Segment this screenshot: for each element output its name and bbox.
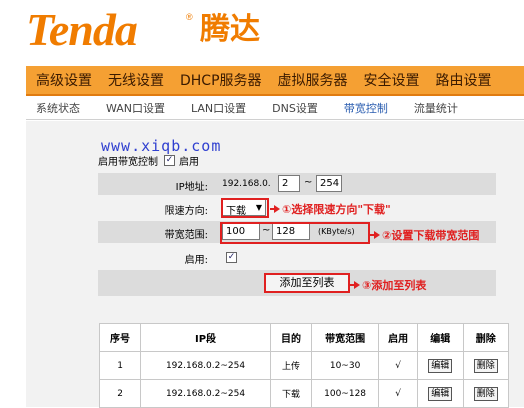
col-no: 序号 <box>98 323 142 352</box>
annotation-arrow-icon <box>374 231 380 239</box>
tab-system-status[interactable]: 系统状态 <box>36 100 80 116</box>
row-delete-cell: 删除 <box>462 351 509 380</box>
row-enabled: √ <box>378 379 419 408</box>
main-nav: 高级设置 无线设置 DHCP服务器 虚拟服务器 安全设置 路由设置 <box>26 66 524 96</box>
delete-button[interactable]: 删除 <box>473 358 498 373</box>
tab-wan-settings[interactable]: WAN口设置 <box>106 100 165 116</box>
row-range: 100~128 <box>311 379 380 408</box>
direction-highlight-box <box>221 198 269 218</box>
col-ip: IP段 <box>140 323 271 352</box>
nav-virtual-server[interactable]: 虚拟服务器 <box>278 70 348 90</box>
tab-dns-settings[interactable]: DNS设置 <box>272 100 318 116</box>
nav-wireless-settings[interactable]: 无线设置 <box>108 70 164 90</box>
enable-bandwidth-checkbox[interactable]: ✓ <box>164 155 175 166</box>
ip-start-input[interactable]: 2 <box>278 175 300 192</box>
range-label: 带宽范围: <box>164 230 208 241</box>
nav-routing-settings[interactable]: 路由设置 <box>436 70 492 90</box>
registered-mark: ® <box>186 12 193 22</box>
tab-bandwidth-control[interactable]: 带宽控制 <box>344 100 388 116</box>
sub-nav: 系统状态 WAN口设置 LAN口设置 DNS设置 带宽控制 流量统计 <box>26 96 524 120</box>
range-highlight-box <box>220 222 370 244</box>
nav-advanced-settings[interactable]: 高级设置 <box>36 70 92 90</box>
enable-rule-checkbox[interactable]: ✓ <box>226 252 237 263</box>
ip-separator: ~ <box>304 177 313 188</box>
row-enabled: √ <box>378 351 419 380</box>
annotation-2-text: ②设置下载带宽范围 <box>382 229 480 242</box>
enable-label: 启用: <box>184 255 208 266</box>
row-edit-cell: 编辑 <box>417 379 464 408</box>
enable-checkbox-text: 启用 <box>179 157 199 168</box>
annotation-arrow-icon <box>354 281 360 289</box>
tab-lan-settings[interactable]: LAN口设置 <box>191 100 246 116</box>
row-ip: 192.168.0.2~254 <box>140 379 271 408</box>
row-delete-cell: 删除 <box>462 379 509 408</box>
annotation-arrow-icon <box>274 205 280 213</box>
header: Tenda ® 腾达 <box>0 0 524 66</box>
ip-row: IP地址: 192.168.0. 2 ~ 254 <box>98 173 496 195</box>
tenda-logo-cn: 腾达 <box>200 12 260 47</box>
nav-security-settings[interactable]: 安全设置 <box>364 70 420 90</box>
col-edit: 编辑 <box>417 323 464 352</box>
annotation-3: ③添加至列表 <box>350 277 426 293</box>
enable-bandwidth-control: 启用带宽控制 ✓ 启用 <box>98 153 199 168</box>
col-delete: 删除 <box>462 323 509 352</box>
nav-dhcp-server[interactable]: DHCP服务器 <box>180 70 262 90</box>
annotation-2: ②设置下载带宽范围 <box>370 227 479 243</box>
annotation-1: ①选择限速方向"下载" <box>270 201 391 217</box>
row-range: 10~30 <box>311 351 380 380</box>
row-dir: 下载 <box>269 379 313 408</box>
annotation-3-text: ③添加至列表 <box>362 279 427 292</box>
col-dir: 目的 <box>269 323 313 352</box>
row-no: 2 <box>98 379 142 408</box>
table-row: 1 192.168.0.2~254 上传 10~30 √ 编辑 删除 <box>98 351 509 380</box>
ip-label: IP地址: <box>175 182 208 193</box>
col-enabled: 启用 <box>378 323 419 352</box>
rules-table: 序号 IP段 目的 带宽范围 启用 编辑 删除 1 192.168.0.2~25… <box>98 323 509 408</box>
row-dir: 上传 <box>269 351 313 380</box>
edit-button[interactable]: 编辑 <box>428 358 453 373</box>
edit-button[interactable]: 编辑 <box>428 386 453 401</box>
table-header-row: 序号 IP段 目的 带宽范围 启用 编辑 删除 <box>98 323 509 352</box>
ip-prefix: 192.168.0. <box>222 179 271 189</box>
col-range: 带宽范围 <box>311 323 380 352</box>
delete-button[interactable]: 删除 <box>473 386 498 401</box>
enable-row: 启用: ✓ <box>98 246 496 268</box>
ip-end-input[interactable]: 254 <box>316 175 342 192</box>
row-no: 1 <box>98 351 142 380</box>
annotation-1-text: ①选择限速方向"下载" <box>282 203 391 216</box>
tenda-logo: Tenda <box>26 4 138 55</box>
row-edit-cell: 编辑 <box>417 351 464 380</box>
enable-bandwidth-label: 启用带宽控制 <box>98 157 158 168</box>
tab-traffic-stats[interactable]: 流量统计 <box>414 100 458 116</box>
direction-label: 限速方向: <box>164 206 208 217</box>
table-row: 2 192.168.0.2~254 下载 100~128 √ 编辑 删除 <box>98 379 509 408</box>
add-highlight-box <box>264 273 350 293</box>
row-ip: 192.168.0.2~254 <box>140 351 271 380</box>
